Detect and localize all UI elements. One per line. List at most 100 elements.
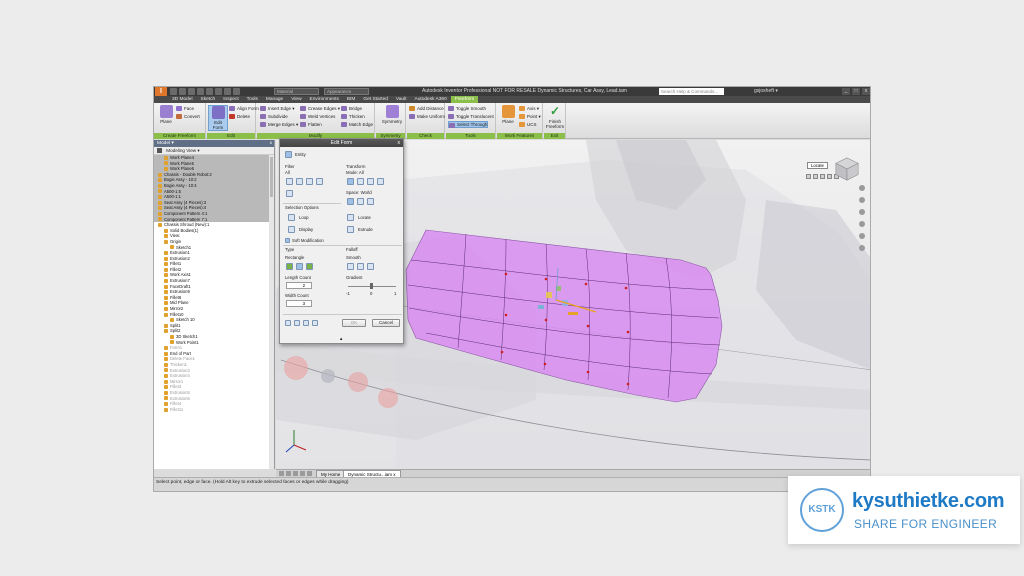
bridge-button[interactable]: Bridge	[341, 105, 362, 112]
select-through-button[interactable]: Select Through	[448, 121, 489, 128]
tab-inspect[interactable]: Inspect	[219, 96, 242, 103]
minimize-button[interactable]: _	[842, 88, 850, 95]
look-at-icon[interactable]	[858, 233, 865, 239]
filter-edge-icon[interactable]	[296, 178, 303, 185]
filter-body-icon[interactable]	[286, 190, 293, 197]
tab-freeform[interactable]: Freeform	[450, 96, 479, 103]
extrude-button[interactable]: Extrude	[358, 227, 373, 232]
filter-all-icon[interactable]	[316, 178, 323, 185]
ucs-button[interactable]: UCS	[519, 121, 537, 128]
work-plane-button[interactable]: Plane	[498, 105, 518, 131]
tree-item[interactable]: Fillet11	[154, 407, 274, 413]
tab-list-icon[interactable]	[307, 471, 312, 476]
finish-freeform-button[interactable]: ✓ Finish Freeform	[545, 105, 565, 131]
undo-icon[interactable]	[197, 88, 204, 95]
delete-button[interactable]: Delete	[229, 113, 250, 120]
space-local-icon[interactable]	[367, 198, 374, 205]
filter-vertex-icon[interactable]	[286, 178, 293, 185]
tab-nav-last-icon[interactable]	[300, 471, 305, 476]
thicken-button[interactable]: Thicken	[341, 113, 365, 120]
modeling-view-dropdown[interactable]: Modeling View ▾	[166, 148, 199, 153]
crease-edges-button[interactable]: Crease Edges ▾	[300, 105, 340, 112]
subdivide-button[interactable]: Subdivide	[260, 113, 288, 120]
tab-sketch[interactable]: Sketch	[197, 96, 220, 103]
browser-close-icon[interactable]: x	[270, 140, 272, 147]
dialog-close-icon[interactable]: x	[398, 139, 401, 147]
tab-view[interactable]: View	[287, 96, 305, 103]
tab-vault[interactable]: Vault	[392, 96, 411, 103]
zoom-icon[interactable]	[858, 209, 865, 215]
tab-nav-first-icon[interactable]	[279, 471, 284, 476]
tab-manage[interactable]: Manage	[262, 96, 287, 103]
locate-button[interactable]: Locate	[358, 215, 371, 220]
length-count-stepper[interactable]: 2	[286, 282, 312, 289]
tab-nav-prev-icon[interactable]	[286, 471, 291, 476]
type-rect-icon[interactable]	[286, 263, 293, 270]
display-button[interactable]: Display	[299, 227, 313, 232]
open-icon[interactable]	[179, 88, 186, 95]
redo-icon[interactable]	[303, 320, 309, 326]
tab-3d-model[interactable]: 3D Model	[168, 96, 197, 103]
mode-rotate-icon[interactable]	[367, 178, 374, 185]
cancel-button[interactable]: Cancel	[372, 319, 400, 327]
toggle-translucent-button[interactable]: Toggle Translucent	[448, 113, 494, 120]
weld-vertices-button[interactable]: Weld Vertices	[300, 113, 335, 120]
scrollbar-thumb[interactable]	[270, 157, 273, 197]
falloff-smooth-icon[interactable]	[347, 263, 354, 270]
ok-button[interactable]: OK	[342, 319, 366, 327]
update-icon[interactable]	[233, 88, 240, 95]
locate-tag[interactable]: Locate	[807, 162, 828, 169]
viewcube-icon[interactable]	[834, 156, 860, 182]
more-options-icon[interactable]: ▲	[339, 336, 343, 341]
merge-edges-button[interactable]: Merge Edges ▾	[260, 121, 298, 128]
reset-icon[interactable]	[312, 320, 318, 326]
space-world-icon[interactable]	[347, 198, 354, 205]
minitool-icon[interactable]	[820, 174, 825, 179]
falloff-sharp-icon[interactable]	[367, 263, 374, 270]
nav-more-icon[interactable]	[858, 245, 865, 251]
tab-a360[interactable]: Autodesk A360	[411, 96, 451, 103]
tab-nav-next-icon[interactable]	[293, 471, 298, 476]
space-view-icon[interactable]	[357, 198, 364, 205]
point-button[interactable]: Point ▾	[519, 113, 541, 120]
filter-face-icon[interactable]	[306, 178, 313, 185]
falloff-linear-icon[interactable]	[357, 263, 364, 270]
face-button[interactable]: Face	[176, 105, 194, 112]
symmetry-button[interactable]: Symmetry	[380, 105, 404, 131]
tab-bim[interactable]: BIM	[343, 96, 360, 103]
display-icon[interactable]	[288, 226, 295, 233]
loop-button[interactable]: Loop	[299, 215, 309, 220]
maximize-button[interactable]: □	[852, 88, 860, 95]
save-icon[interactable]	[188, 88, 195, 95]
add-distance-button[interactable]: Add Distance	[409, 105, 444, 112]
pan-icon[interactable]	[858, 197, 865, 203]
nav-wheel-icon[interactable]	[858, 185, 865, 191]
undo-icon[interactable]	[294, 320, 300, 326]
home-icon[interactable]	[215, 88, 222, 95]
help-icon[interactable]	[285, 320, 291, 326]
edit-form-button[interactable]: Edit Form	[208, 105, 228, 131]
orbit-icon[interactable]	[858, 221, 865, 227]
flatten-button[interactable]: Flatten	[300, 121, 322, 128]
inventor-logo-icon[interactable]: I	[155, 87, 167, 96]
search-input[interactable]: Search Help & Commands...	[659, 88, 724, 95]
mode-translate-icon[interactable]	[357, 178, 364, 185]
gradient-slider-thumb[interactable]	[370, 283, 373, 289]
entity-select-icon[interactable]	[285, 151, 292, 158]
extrude-icon[interactable]	[347, 226, 354, 233]
freeform-plane-button[interactable]: Plane	[156, 105, 176, 131]
minitool-icon[interactable]	[827, 174, 832, 179]
select-icon[interactable]	[224, 88, 231, 95]
convert-button[interactable]: Convert	[176, 113, 200, 120]
type-free-icon[interactable]	[306, 263, 313, 270]
make-uniform-button[interactable]: Make Uniform	[409, 113, 445, 120]
mode-scale-icon[interactable]	[377, 178, 384, 185]
browser-title[interactable]: Model ▾	[157, 141, 174, 146]
user-account[interactable]: gsjosheft ▾	[754, 87, 778, 96]
tab-environments[interactable]: Environments	[306, 96, 343, 103]
insert-edge-button[interactable]: Insert Edge ▾	[260, 105, 295, 112]
browser-scrollbar[interactable]	[269, 155, 274, 469]
toggle-smooth-button[interactable]: Toggle Smooth	[448, 105, 486, 112]
material-combo[interactable]: Material	[274, 88, 319, 95]
redo-icon[interactable]	[206, 88, 213, 95]
